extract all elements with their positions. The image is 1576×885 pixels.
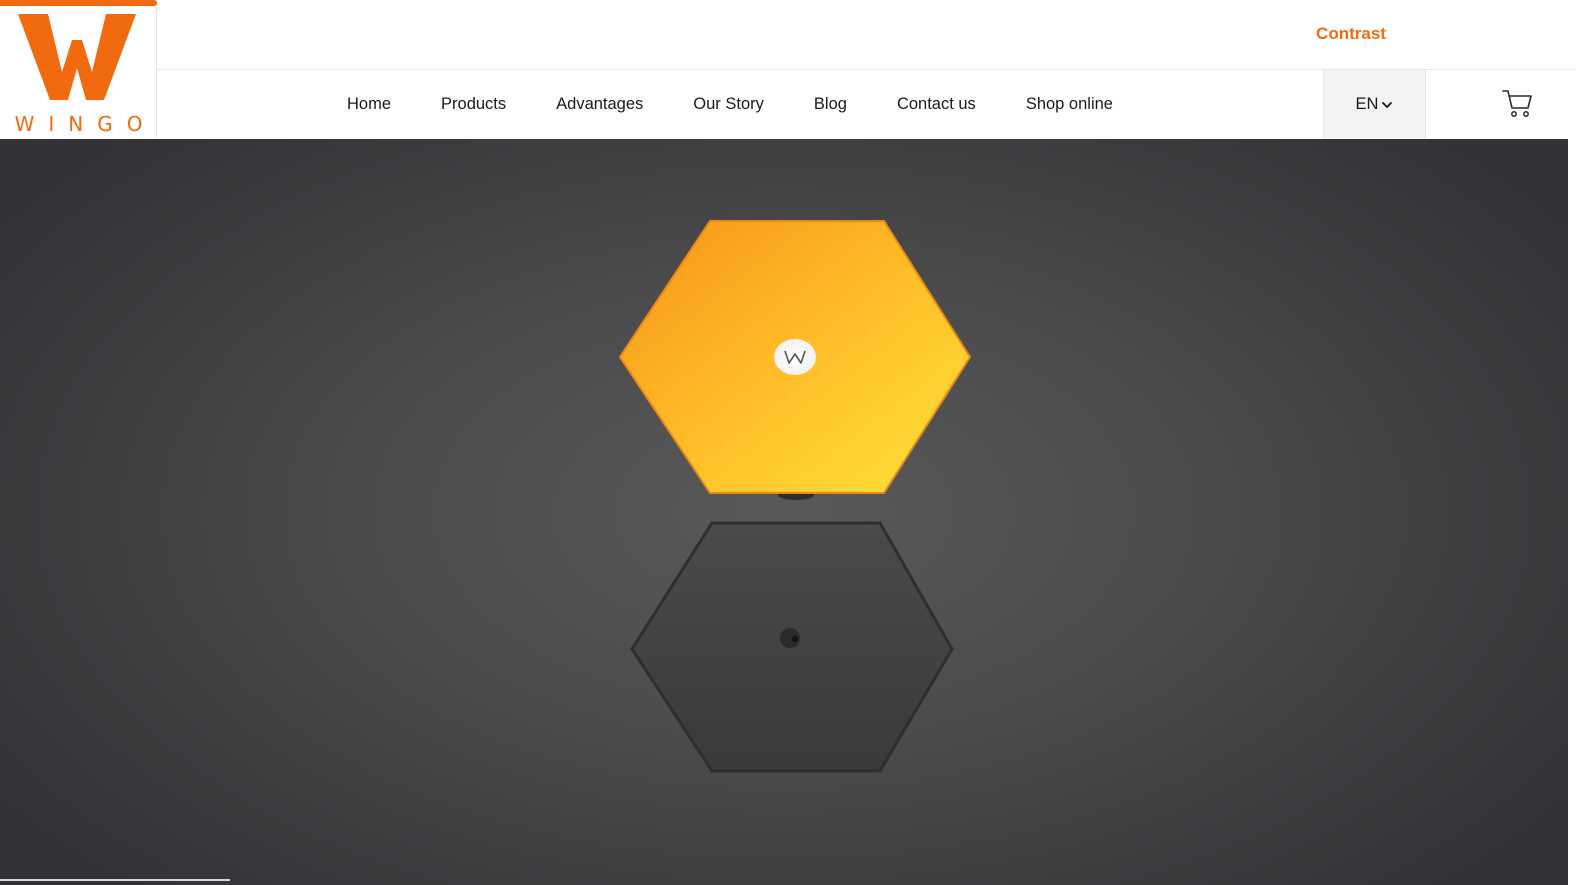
logo-accent-bar bbox=[0, 0, 157, 6]
nav-item-contact-us[interactable]: Contact us bbox=[872, 95, 1001, 114]
nav-item-blog[interactable]: Blog bbox=[789, 95, 872, 114]
cart-icon[interactable] bbox=[1500, 86, 1534, 120]
contrast-toggle[interactable]: Contrast bbox=[1300, 24, 1402, 44]
video-progress-bar[interactable] bbox=[0, 879, 230, 881]
language-label: EN bbox=[1355, 95, 1379, 113]
page: WINGO Contrast Home Products Advantages … bbox=[0, 0, 1576, 885]
chevron-down-icon bbox=[1382, 101, 1393, 108]
main-nav: Home Products Advantages Our Story Blog … bbox=[322, 70, 1138, 139]
nav-item-advantages[interactable]: Advantages bbox=[531, 95, 668, 114]
wingo-logo-icon bbox=[18, 14, 136, 100]
panel-logo-button bbox=[774, 339, 816, 375]
nav-item-home[interactable]: Home bbox=[322, 95, 416, 114]
nav-item-products[interactable]: Products bbox=[416, 95, 531, 114]
hero-product-image bbox=[619, 220, 971, 773]
nav-item-shop-online[interactable]: Shop online bbox=[1001, 95, 1138, 114]
hero-video[interactable] bbox=[0, 139, 1568, 885]
language-selector[interactable]: EN bbox=[1323, 70, 1426, 139]
hero-edge bbox=[1568, 139, 1576, 885]
logo[interactable]: WINGO bbox=[0, 0, 157, 139]
nav-item-our-story[interactable]: Our Story bbox=[668, 95, 789, 114]
site-header: WINGO Contrast Home Products Advantages … bbox=[0, 0, 1576, 139]
logo-wordmark: WINGO bbox=[14, 112, 157, 136]
